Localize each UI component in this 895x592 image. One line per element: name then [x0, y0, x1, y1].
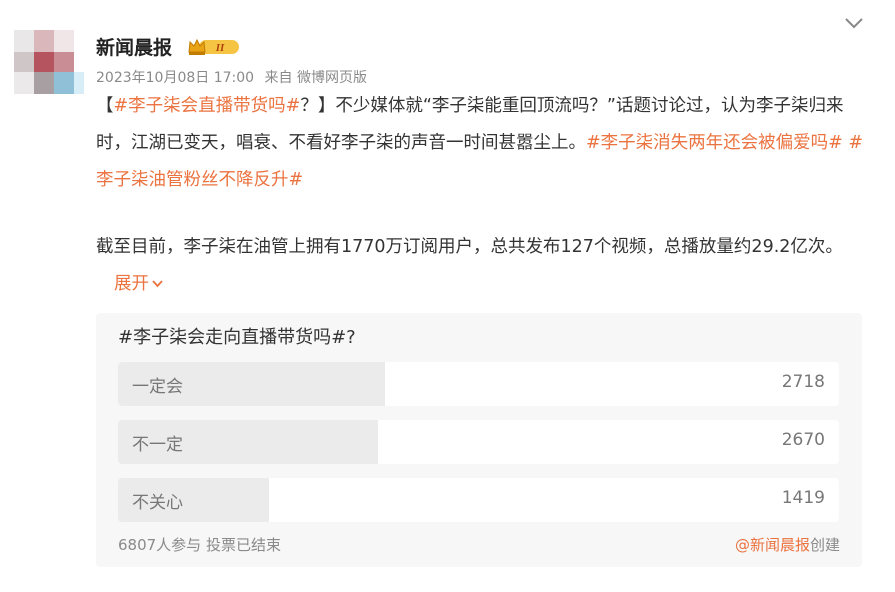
poll-option-count: 2670 [781, 430, 825, 450]
crown-icon: II [188, 38, 239, 55]
post-text-2: 截至目前，李子柒在油管上拥有1770万订阅用户，总共发布127个视频，总播放量约… [96, 229, 866, 303]
post-source: 来自 微博网页版 [264, 70, 367, 86]
poll-status: 投票已结束 [205, 536, 281, 554]
creator-link[interactable]: @新闻晨报 [735, 536, 810, 554]
collapse-button[interactable] [843, 14, 865, 32]
poll-option[interactable]: 一定会 2718 [118, 362, 839, 406]
poll-card: #李子柒会走向直播带货吗#? 一定会 2718 不一定 2670 不关心 141… [96, 313, 862, 567]
post-text-2-body: 截至目前，李子柒在油管上拥有1770万订阅用户，总共发布127个视频，总播放量约… [96, 237, 843, 257]
chevron-down-icon [152, 280, 163, 288]
poll-title: #李子柒会走向直播带货吗#? [118, 327, 356, 348]
chevron-down-icon [845, 18, 863, 29]
author-name[interactable]: 新闻晨报 [96, 33, 172, 60]
hashtag-link[interactable]: #李子柒消失两年还会被偏爱吗# [586, 133, 843, 153]
poll-option-count: 1419 [781, 488, 825, 508]
post-text: 【#李子柒会直播带货吗#？】不少媒体就“李子柒能重回顶流吗？”话题讨论过，认为李… [96, 88, 866, 199]
creator-suffix: 创建 [809, 536, 840, 554]
poll-option[interactable]: 不关心 1419 [118, 478, 839, 522]
hashtag-link[interactable]: #李子柒会直播带货吗# [114, 96, 301, 116]
badge-level: II [215, 42, 225, 54]
poll-creator: @新闻晨报创建 [735, 534, 840, 555]
poll-option-count: 2718 [781, 372, 825, 392]
post-text-segment: 【 [96, 96, 114, 116]
poll-stats: 6807人参与 投票已结束 [118, 534, 281, 555]
post-meta: 2023年10月08日 17:00 来自 微博网页版 [96, 67, 373, 87]
post-date[interactable]: 2023年10月08日 17:00 [96, 70, 254, 86]
poll-option[interactable]: 不一定 2670 [118, 420, 839, 464]
vip-badge[interactable]: II [187, 37, 241, 57]
poll-option-label: 不一定 [132, 435, 183, 455]
avatar[interactable] [14, 30, 84, 100]
poll-option-label: 一定会 [132, 377, 183, 397]
poll-participants: 6807人参与 [118, 536, 202, 554]
expand-button[interactable]: 展开 [114, 274, 164, 294]
expand-label: 展开 [114, 274, 149, 294]
poll-option-label: 不关心 [132, 493, 183, 513]
